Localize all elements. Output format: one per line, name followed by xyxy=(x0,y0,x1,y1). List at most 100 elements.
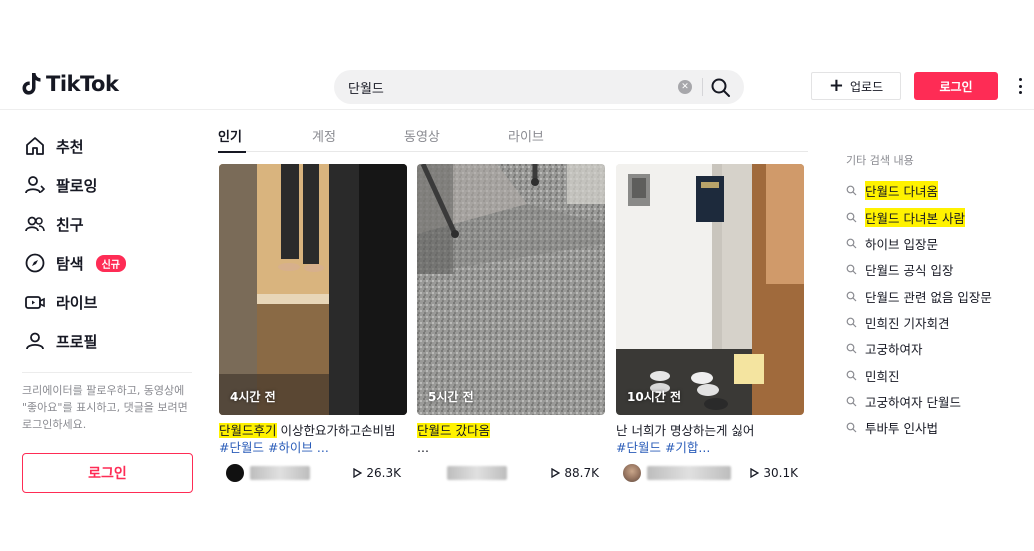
related-search-label: 단월드 관련 없음 입장문 xyxy=(865,289,992,305)
related-search-label: 단월드 다녀본 사람 xyxy=(865,207,965,227)
search-icon xyxy=(846,212,857,222)
video-desc-highlight: 단월드후기 xyxy=(219,423,277,438)
sidebar-divider xyxy=(22,372,192,373)
video-time-label: 10시간 전 xyxy=(627,390,681,404)
related-search-label: 민희진 기자회견 xyxy=(865,315,950,331)
view-count-value: 30.1K xyxy=(763,466,798,480)
new-badge: 신규 xyxy=(95,254,127,272)
tab-videos[interactable]: 동영상 xyxy=(404,126,440,145)
search-icon xyxy=(846,343,857,353)
related-search-item[interactable]: 고궁하여자 단월드 xyxy=(846,392,961,410)
related-search-label: 하이브 입장문 xyxy=(865,236,938,252)
compass-icon xyxy=(25,253,45,273)
video-meta: user 88.7K xyxy=(417,463,607,483)
search-tabs: 인기 계정 동영상 라이브 xyxy=(218,120,808,153)
related-search-label: 고궁하여자 단월드 xyxy=(865,394,961,410)
more-options-icon[interactable] xyxy=(1015,76,1025,96)
sidebar-login-button[interactable]: 로그인 xyxy=(22,453,193,493)
video-thumbnail[interactable]: 5시간 전 xyxy=(417,164,605,415)
video-thumbnail-image xyxy=(417,164,605,415)
video-desc-ellipsis: ... xyxy=(417,440,429,455)
author-avatar[interactable] xyxy=(623,464,641,482)
tab-accounts[interactable]: 계정 xyxy=(312,126,336,145)
plus-icon: + xyxy=(828,75,844,96)
video-meta: user 30.1K xyxy=(616,463,806,483)
video-time-label: 4시간 전 xyxy=(230,390,276,404)
related-search-item[interactable]: 민희진 기자회견 xyxy=(846,313,949,331)
sidebar-item-label: 탐색 xyxy=(56,254,84,273)
video-thumbnail-image xyxy=(616,164,804,415)
video-card[interactable]: 5시간 전 단월드 갔다옴 ... user 88.7K xyxy=(417,164,607,483)
tab-top[interactable]: 인기 xyxy=(218,126,246,153)
author-avatar[interactable] xyxy=(226,464,244,482)
play-icon xyxy=(750,468,760,478)
sidebar-item-live[interactable]: 라이브 xyxy=(24,290,97,314)
author-username-blurred[interactable]: user xyxy=(250,466,310,480)
video-thumbnail-image xyxy=(219,164,407,415)
tab-live[interactable]: 라이브 xyxy=(508,126,544,145)
sidebar-item-profile[interactable]: 프로필 xyxy=(24,329,97,353)
search-icon xyxy=(846,422,857,432)
friends-icon xyxy=(25,216,45,232)
video-thumbnail[interactable]: 10시간 전 xyxy=(616,164,804,415)
search-icon xyxy=(846,317,857,327)
sidebar-item-label: 라이브 xyxy=(56,293,98,312)
sidebar-item-explore[interactable]: 탐색 신규 xyxy=(24,251,127,275)
related-search-label: 투바투 인사법 xyxy=(865,420,938,436)
tab-active-indicator xyxy=(218,151,246,153)
video-description[interactable]: 단월드 갔다옴 ... xyxy=(417,422,607,456)
related-search-label: 단월드 공식 입장 xyxy=(865,262,954,278)
related-search-item[interactable]: 민희진 xyxy=(846,366,900,384)
author-username-blurred[interactable]: user xyxy=(647,466,731,480)
video-hashtags[interactable]: #단월드 #기합... xyxy=(616,440,710,455)
top-header: TikTok ✕ + 업로드 로그인 xyxy=(0,60,1034,110)
related-search-item[interactable]: 단월드 관련 없음 입장문 xyxy=(846,287,992,305)
related-searches-title: 기타 검색 내용 xyxy=(846,154,914,167)
clear-search-icon[interactable]: ✕ xyxy=(678,80,692,94)
sidebar-item-friends[interactable]: 친구 xyxy=(24,212,84,236)
search-icon xyxy=(846,264,857,274)
login-button[interactable]: 로그인 xyxy=(914,72,998,100)
related-search-item[interactable]: 단월드 공식 입장 xyxy=(846,260,953,278)
view-count: 26.3K xyxy=(353,466,401,480)
related-search-item[interactable]: 단월드 다녀옴 xyxy=(846,180,938,200)
related-search-label: 단월드 다녀옴 xyxy=(865,180,938,200)
related-search-item[interactable]: 하이브 입장문 xyxy=(846,234,938,252)
video-desc-highlight: 단월드 갔다옴 xyxy=(417,423,490,438)
search-icon xyxy=(846,370,857,380)
play-icon xyxy=(353,468,363,478)
search-icon xyxy=(846,396,857,406)
video-card[interactable]: 4시간 전 단월드후기 이상한요가하고손비빔 #단월드 #하이브 ... use… xyxy=(219,164,409,483)
view-count-value: 88.7K xyxy=(564,466,599,480)
search-icon xyxy=(846,185,857,195)
video-time-label: 5시간 전 xyxy=(428,390,474,404)
live-icon xyxy=(25,296,45,309)
video-description[interactable]: 난 너희가 명상하는게 싫어 #단월드 #기합... xyxy=(616,422,806,456)
upload-button[interactable]: + 업로드 xyxy=(811,72,901,100)
author-username-blurred[interactable]: user xyxy=(447,466,507,480)
view-count: 88.7K xyxy=(551,466,599,480)
video-description[interactable]: 단월드후기 이상한요가하고손비빔 #단월드 #하이브 ... xyxy=(219,422,409,456)
video-desc-text: 이상한요가하고손비빔 xyxy=(276,423,396,438)
tiktok-logo-icon xyxy=(22,73,41,95)
video-meta: user 26.3K xyxy=(219,463,409,483)
related-search-item[interactable]: 투바투 인사법 xyxy=(846,418,938,436)
sidebar-item-label: 팔로잉 xyxy=(56,176,98,195)
tab-label: 인기 xyxy=(218,130,242,145)
video-thumbnail[interactable]: 4시간 전 xyxy=(219,164,407,415)
video-hashtags[interactable]: #단월드 #하이브 ... xyxy=(219,440,329,455)
search-bar: ✕ xyxy=(334,70,744,104)
video-card[interactable]: 10시간 전 난 너희가 명상하는게 싫어 #단월드 #기합... user 3… xyxy=(616,164,806,483)
sidebar-item-recommended[interactable]: 추천 xyxy=(24,134,84,158)
related-search-item[interactable]: 단월드 다녀본 사람 xyxy=(846,207,965,227)
search-icon xyxy=(846,291,857,301)
search-input[interactable] xyxy=(348,70,668,104)
search-icon[interactable] xyxy=(709,76,733,98)
tiktok-logo[interactable]: TikTok xyxy=(22,72,119,96)
related-search-item[interactable]: 고궁하여자 xyxy=(846,339,923,357)
upload-label: 업로드 xyxy=(849,79,884,94)
sidebar-item-following[interactable]: 팔로잉 xyxy=(24,173,97,197)
login-prompt-text: 크리에이터를 팔로우하고, 동영상에 "좋아요"를 표시하고, 댓글을 보려면 … xyxy=(22,384,188,431)
related-search-label: 민희진 xyxy=(865,368,900,384)
sidebar: 추천 팔로잉 친구 탐색 신규 라이브 프로필 크리에이터를 팔로우하고, 동영… xyxy=(0,120,200,493)
